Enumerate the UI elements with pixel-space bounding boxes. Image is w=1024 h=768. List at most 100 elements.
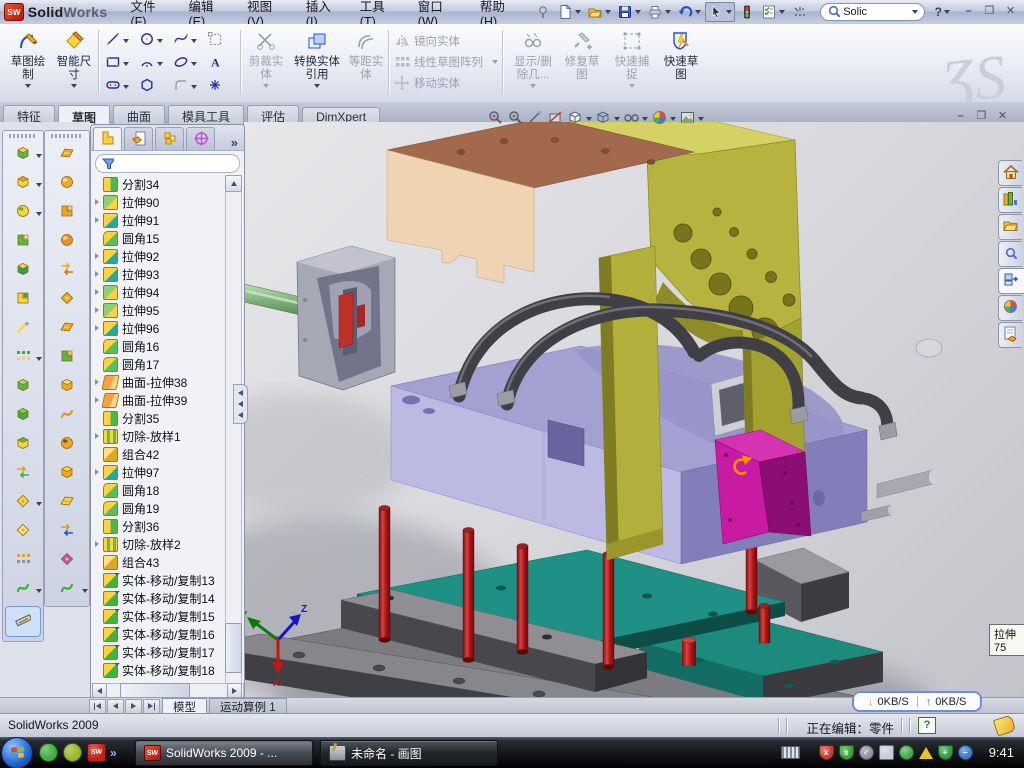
- tree-item-实体-移动/复制18[interactable]: 实体-移动/复制18: [93, 661, 226, 679]
- 草图绘制-caret[interactable]: [25, 84, 31, 88]
- tree-item-拉伸90[interactable]: 拉伸90: [93, 193, 226, 211]
- tree-vertical-scrollbar[interactable]: [225, 175, 241, 768]
- tree-item-拉伸93[interactable]: 拉伸93: [93, 265, 226, 283]
- apply-scene-icon-caret[interactable]: [698, 117, 704, 121]
- display-style-icon-caret[interactable]: [614, 117, 620, 121]
- section-view-icon[interactable]: [546, 109, 565, 129]
- volume-icon[interactable]: [879, 745, 894, 760]
- features-toolbar-tool-9[interactable]: [3, 372, 43, 401]
- rectangle-icon[interactable]: [102, 53, 136, 74]
- sketch-fillet-icon-caret[interactable]: [191, 85, 197, 89]
- ribbon-button-草图绘制[interactable]: 草图绘制: [6, 28, 50, 96]
- polygon-icon[interactable]: [136, 76, 170, 97]
- tree-item-拉伸95[interactable]: 拉伸95: [93, 301, 226, 319]
- apply-scene-icon[interactable]: [678, 109, 705, 129]
- ribbon-button-转换实体引用[interactable]: 转换实体引用: [292, 28, 342, 96]
- select-cursor-icon-caret[interactable]: [726, 10, 732, 14]
- tab-scroll-button-4[interactable]: [143, 699, 160, 714]
- features-toolbar-tool-3[interactable]: [3, 198, 43, 227]
- taskbar-clock[interactable]: 9:41: [989, 745, 1014, 760]
- mold-toolbar-tool-3[interactable]: [45, 198, 89, 227]
- ribbon-button-快速草图[interactable]: 快速草图: [658, 28, 704, 96]
- ribbon-button-修复草图[interactable]: 修复草图: [560, 28, 604, 96]
- spline-icon-caret[interactable]: [191, 39, 197, 43]
- features-toolbar-tool-13[interactable]: [3, 488, 43, 517]
- appearances-icon[interactable]: [650, 109, 677, 129]
- hscroll-right-button[interactable]: [227, 683, 242, 698]
- tree-item-组合43[interactable]: 组合43: [93, 553, 226, 571]
- solidworks-quicklaunch-icon[interactable]: SW: [87, 743, 106, 762]
- expand-arrow-icon[interactable]: [93, 271, 101, 277]
- update-warning-icon[interactable]: [919, 747, 933, 759]
- mold-toolbar-tool-10[interactable]: [45, 401, 89, 430]
- featuremanager-icon[interactable]: [93, 127, 122, 150]
- mold-toolbar-tool-14[interactable]: [45, 517, 89, 546]
- options-checklist-icon[interactable]: [759, 3, 787, 21]
- tree-item-圆角19[interactable]: 圆角19: [93, 499, 226, 517]
- tree-item-拉伸91[interactable]: 拉伸91: [93, 211, 226, 229]
- ribbon-button-快速捕捉[interactable]: 快速捕捉: [610, 28, 654, 96]
- features-toolbar-tool-8[interactable]: [3, 343, 43, 372]
- tree-item-组合42[interactable]: 组合42: [93, 445, 226, 463]
- open-icon[interactable]: [585, 3, 613, 21]
- arc-icon-caret[interactable]: [157, 62, 163, 66]
- mold-toolbar-tool-11[interactable]: [45, 430, 89, 459]
- sync-blocked-icon[interactable]: −: [958, 745, 973, 760]
- select-cursor-icon[interactable]: [705, 2, 735, 22]
- tree-item-切除-放样1[interactable]: 切除-放样1: [93, 427, 226, 445]
- firewall-shield-icon[interactable]: +: [938, 745, 953, 760]
- status-help-button[interactable]: ?: [918, 717, 936, 734]
- tree-item-圆角17[interactable]: 圆角17: [93, 355, 226, 373]
- doc-minimize-button[interactable]: –: [952, 110, 969, 124]
- tool-caret[interactable]: [36, 589, 42, 593]
- vscroll-thumb[interactable]: [225, 623, 242, 673]
- expand-arrow-icon[interactable]: [93, 433, 101, 439]
- 显示/删除几...-caret[interactable]: [530, 84, 536, 88]
- mold-toolbar-tool-7[interactable]: [45, 314, 89, 343]
- features-toolbar-tool-15[interactable]: [3, 546, 43, 575]
- new-document-icon-caret[interactable]: [575, 10, 581, 14]
- hide-show-items-icon[interactable]: [622, 109, 649, 129]
- expand-arrow-icon[interactable]: [93, 469, 101, 475]
- tree-item-实体-移动/复制16[interactable]: 实体-移动/复制16: [93, 625, 226, 643]
- features-toolbar-tool-16[interactable]: [3, 575, 43, 604]
- ribbon-button-智能尺寸[interactable]: 智能尺寸: [52, 28, 96, 96]
- rebuild-traffic-light-icon[interactable]: [737, 3, 757, 21]
- 剪裁实体-caret[interactable]: [263, 84, 269, 88]
- badge-check-icon[interactable]: ✓: [859, 745, 874, 760]
- undo-icon-caret[interactable]: [695, 10, 701, 14]
- sketch-text-icon[interactable]: A: [204, 53, 238, 74]
- taskbar-button-SolidWorks 2009 - ...[interactable]: SWSolidWorks 2009 - ...: [135, 740, 313, 766]
- ribbon-button-线性草图阵列[interactable]: 线性草图阵列: [394, 53, 498, 71]
- ribbon-button-镜向实体[interactable]: 镜向实体: [394, 32, 498, 50]
- search-icon[interactable]: [998, 241, 1022, 267]
- slot-icon[interactable]: [102, 76, 136, 97]
- tree-item-曲面-拉伸39[interactable]: 曲面-拉伸39: [93, 391, 226, 409]
- features-toolbar-tool-14[interactable]: [3, 517, 43, 546]
- model-tab-运动算例 1[interactable]: 运动算例 1: [209, 698, 287, 714]
- taskbar-button-未命名 - 画图[interactable]: 未命名 - 画图: [320, 740, 498, 766]
- features-toolbar-tool-17[interactable]: [5, 606, 41, 637]
- tab-scroll-button-1[interactable]: [89, 699, 106, 714]
- ribbon-button-移动实体[interactable]: 移动实体: [394, 74, 498, 92]
- expand-arrow-icon[interactable]: [93, 253, 101, 259]
- vscroll-track[interactable]: [225, 175, 242, 768]
- tree-item-分割35[interactable]: 分割35: [93, 409, 226, 427]
- keyboard-icon[interactable]: [781, 746, 800, 759]
- dimxpertmanager-icon[interactable]: [186, 127, 215, 150]
- mold-toolbar-grip[interactable]: [51, 134, 83, 138]
- zoom-to-fit-icon[interactable]: [486, 109, 505, 129]
- mold-toolbar-tool-6[interactable]: [45, 285, 89, 314]
- features-toolbar-tool-12[interactable]: [3, 459, 43, 488]
- expand-arrow-icon[interactable]: [93, 199, 101, 205]
- display-style-icon[interactable]: [594, 109, 621, 129]
- mold-toolbar-tool-2[interactable]: [45, 169, 89, 198]
- circle-icon-caret[interactable]: [157, 39, 163, 43]
- features-toolbar-tool-1[interactable]: [3, 140, 43, 169]
- doc-restore-button[interactable]: ❐: [973, 110, 990, 124]
- hide-show-items-icon-caret[interactable]: [642, 117, 648, 121]
- messenger-icon[interactable]: [39, 743, 58, 762]
- spline-icon[interactable]: [170, 30, 204, 51]
- save-icon[interactable]: [615, 3, 643, 21]
- tree-item-实体-移动/复制15[interactable]: 实体-移动/复制15: [93, 607, 226, 625]
